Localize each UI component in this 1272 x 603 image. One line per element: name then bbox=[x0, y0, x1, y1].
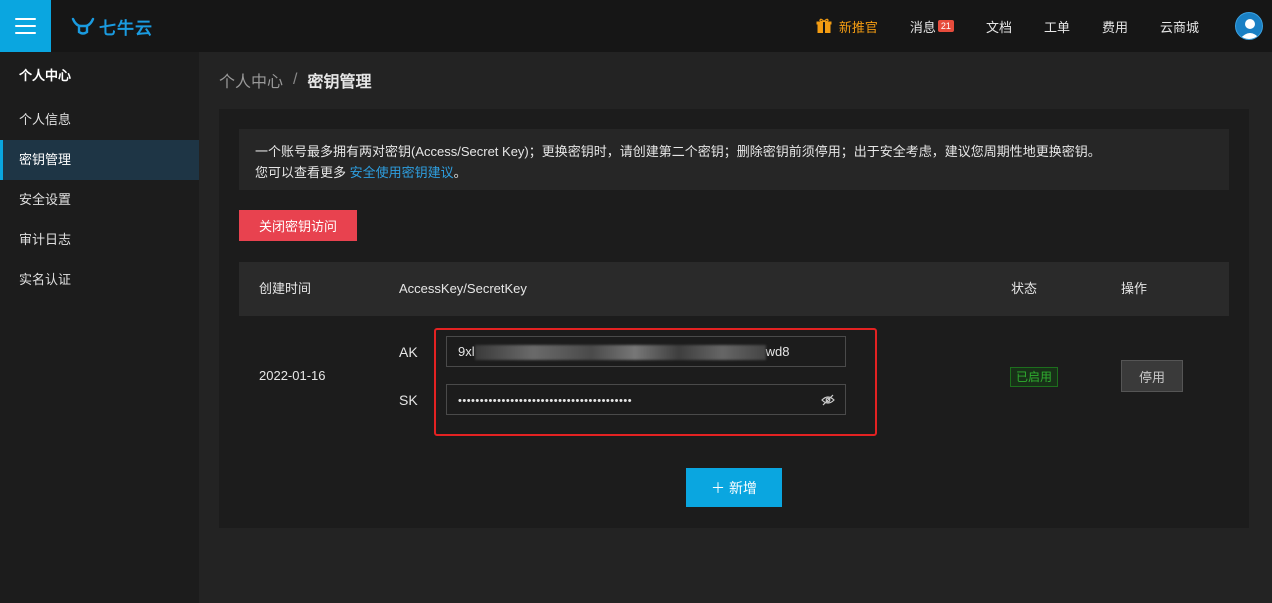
top-nav: 新推官 消息 21 文档 工单 费用 云商城 bbox=[816, 0, 1272, 52]
highlight-frame bbox=[434, 328, 877, 436]
sidebar-item-security[interactable]: 安全设置 bbox=[0, 180, 199, 220]
sidebar-item-profile[interactable]: 个人信息 bbox=[0, 100, 199, 140]
breadcrumb-separator: / bbox=[293, 71, 298, 88]
gift-icon bbox=[816, 18, 832, 33]
nav-billing-label: 费用 bbox=[1101, 19, 1128, 35]
plus-icon: ＋ bbox=[711, 479, 726, 496]
brand-logo[interactable]: 七牛云 bbox=[71, 13, 153, 39]
status-badge: 已启用 bbox=[1010, 367, 1058, 387]
sidebar-item-keys[interactable]: 密钥管理 bbox=[0, 140, 199, 180]
nav-promo-label: 新推官 bbox=[838, 19, 878, 35]
disable-key-button[interactable]: 停用 bbox=[1121, 360, 1183, 392]
message-count-badge: 21 bbox=[937, 20, 954, 32]
column-keys: AccessKey/SecretKey bbox=[399, 281, 527, 296]
nav-billing[interactable]: 费用 bbox=[1102, 17, 1128, 36]
ak-label: AK bbox=[399, 344, 418, 360]
breadcrumb-parent[interactable]: 个人中心 bbox=[219, 68, 283, 92]
user-avatar-icon[interactable] bbox=[1235, 12, 1263, 40]
top-bar: 七牛云 新推官 消息 21 文档 工单 费用 云商城 bbox=[0, 0, 1272, 52]
nav-tickets-label: 工单 bbox=[1043, 19, 1070, 35]
close-key-access-button[interactable]: 关闭密钥访问 bbox=[239, 210, 357, 241]
sk-label: SK bbox=[399, 392, 418, 408]
nav-market[interactable]: 云商城 bbox=[1160, 17, 1199, 36]
security-advice-link[interactable]: 安全使用密钥建议 bbox=[350, 165, 454, 180]
sidebar-item-verification[interactable]: 实名认证 bbox=[0, 260, 199, 300]
nav-tickets[interactable]: 工单 bbox=[1044, 17, 1070, 36]
nav-market-label: 云商城 bbox=[1159, 19, 1199, 35]
sidebar: 个人中心 个人信息 密钥管理 安全设置 审计日志 实名认证 bbox=[0, 52, 199, 603]
notice-line-2: 您可以查看更多 安全使用密钥建议。 bbox=[255, 165, 467, 180]
keys-table-header: 创建时间 AccessKey/SecretKey 状态 操作 bbox=[239, 262, 1229, 316]
key-created-date: 2022-01-16 bbox=[259, 368, 326, 383]
nav-promo[interactable]: 新推官 bbox=[816, 17, 878, 36]
add-key-button[interactable]: ＋ 新增 bbox=[686, 468, 782, 507]
brand-name: 七牛云 bbox=[99, 18, 153, 39]
breadcrumb: 个人中心 / 密钥管理 bbox=[219, 68, 372, 92]
menu-toggle-button[interactable] bbox=[0, 0, 51, 52]
key-management-panel: 一个账号最多拥有两对密钥(Access/Secret Key)；更换密钥时，请创… bbox=[219, 109, 1249, 528]
bull-logo-icon bbox=[71, 17, 95, 35]
nav-docs[interactable]: 文档 bbox=[986, 17, 1012, 36]
sidebar-item-audit-log[interactable]: 审计日志 bbox=[0, 220, 199, 260]
column-actions: 操作 bbox=[1121, 281, 1148, 296]
sidebar-title: 个人中心 bbox=[19, 68, 72, 83]
key-notice: 一个账号最多拥有两对密钥(Access/Secret Key)；更换密钥时，请创… bbox=[239, 129, 1229, 190]
nav-messages[interactable]: 消息 21 bbox=[910, 17, 954, 36]
hamburger-icon bbox=[15, 18, 36, 20]
nav-docs-label: 文档 bbox=[985, 19, 1012, 35]
page-title: 密钥管理 bbox=[307, 74, 372, 91]
column-status: 状态 bbox=[1011, 281, 1038, 296]
add-key-label: 新增 bbox=[728, 479, 757, 496]
nav-messages-label: 消息 bbox=[909, 19, 936, 35]
notice-line-1: 一个账号最多拥有两对密钥(Access/Secret Key)；更换密钥时，请创… bbox=[255, 144, 1101, 159]
column-created: 创建时间 bbox=[259, 281, 312, 296]
